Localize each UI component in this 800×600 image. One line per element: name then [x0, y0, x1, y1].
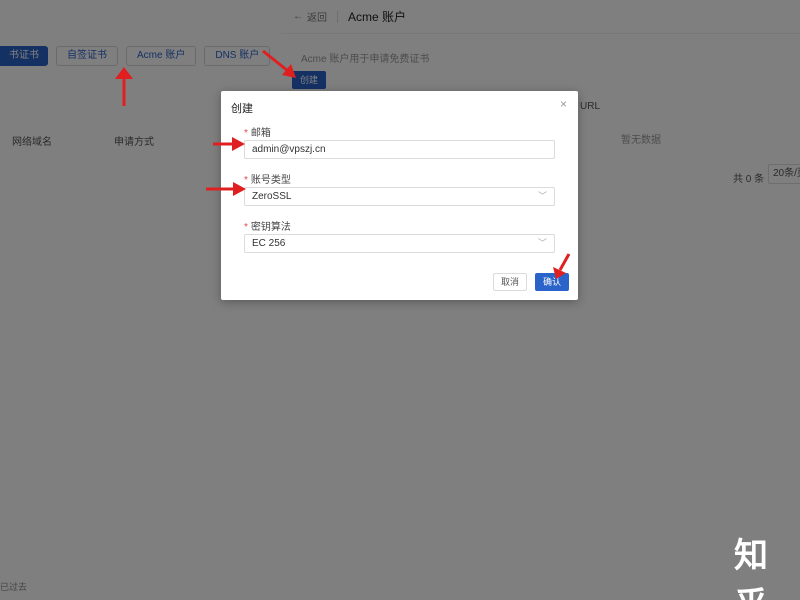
account-type-select[interactable]: ZeroSSL ﹀: [244, 187, 555, 206]
chevron-down-icon: ﹀: [537, 238, 547, 248]
email-field[interactable]: [244, 140, 555, 159]
key-algorithm-label: * 密钥算法: [244, 222, 291, 233]
account-type-value: ZeroSSL: [252, 191, 292, 202]
key-algorithm-select[interactable]: EC 256 ﹀: [244, 234, 555, 253]
watermark-logo: 知乎: [734, 536, 770, 600]
annotation-arrow-confirm: [553, 253, 571, 279]
key-algorithm-value: EC 256: [252, 238, 286, 249]
annotation-arrow-account-type: [206, 182, 246, 196]
annotation-arrow-create-button: [262, 49, 296, 78]
annotation-arrow-email: [213, 137, 245, 151]
chevron-down-icon: ﹀: [537, 191, 547, 201]
create-account-dialog: 创建 × *邮箱 *账号类型 ZeroSSL ﹀ *密钥算法 EC 256 ﹀ …: [221, 91, 578, 300]
dialog-title: 创建: [231, 103, 253, 115]
account-type-label: * 账号类型: [244, 175, 291, 186]
cancel-button[interactable]: 取消: [493, 273, 527, 291]
email-label: * 邮箱: [244, 128, 271, 139]
annotation-arrow-acme-tab: [115, 67, 133, 106]
close-icon[interactable]: ×: [560, 97, 567, 111]
